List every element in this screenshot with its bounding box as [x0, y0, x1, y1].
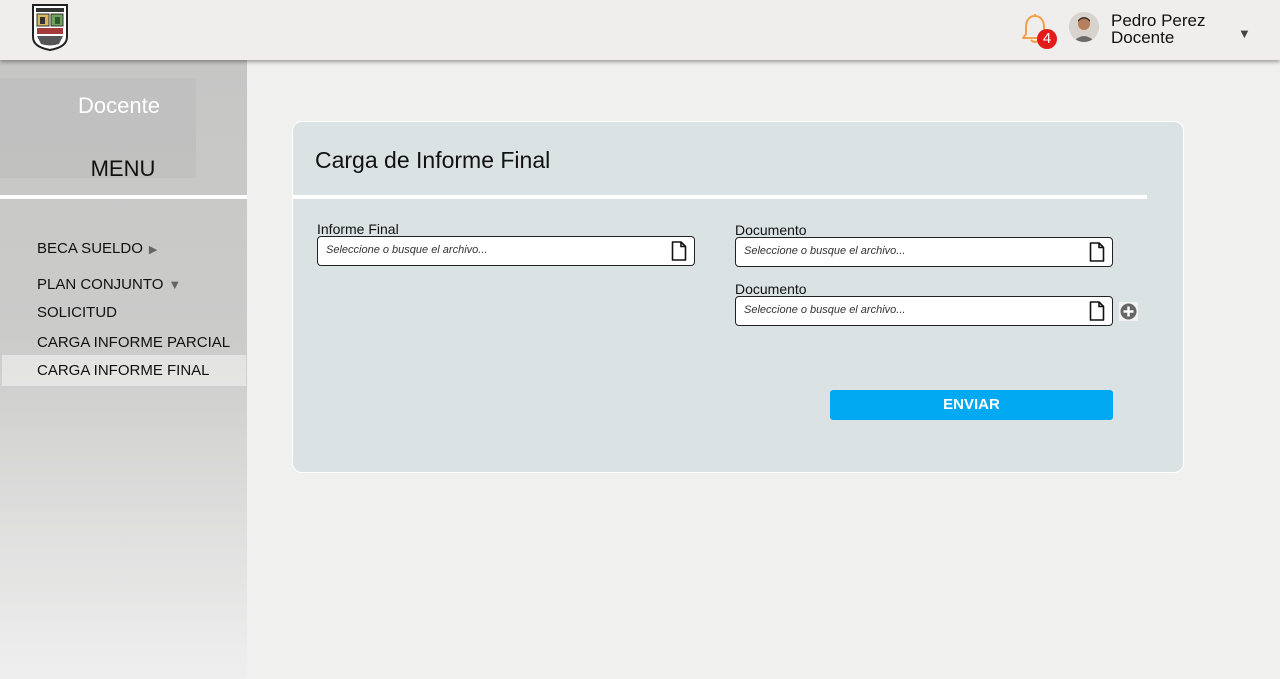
chevron-down-icon[interactable]: ▼: [1238, 26, 1251, 41]
file-input-placeholder: Seleccione o busque el archivo...: [744, 304, 906, 316]
file-icon[interactable]: [1089, 301, 1105, 321]
file-input-placeholder: Seleccione o busque el archivo...: [744, 245, 906, 257]
form-title: Carga de Informe Final: [315, 147, 551, 173]
documento-label: Documento: [735, 222, 807, 238]
sidebar-item-label: CARGA INFORME PARCIAL: [37, 334, 231, 351]
informe-final-label: Informe Final: [317, 221, 399, 237]
user-avatar[interactable]: [1069, 12, 1099, 42]
caret-down-icon: ▼: [168, 277, 182, 292]
sidebar-item-beca-sueldo[interactable]: BECA SUELDO ▶: [37, 240, 157, 257]
file-input-placeholder: Seleccione o busque el archivo...: [326, 244, 488, 256]
informe-final-file-input[interactable]: Seleccione o busque el archivo...: [317, 236, 695, 266]
add-document-icon[interactable]: [1119, 302, 1138, 321]
university-logo[interactable]: [31, 3, 69, 51]
caret-right-icon: ▶: [148, 244, 158, 256]
documento-label: Documento: [735, 281, 807, 297]
file-icon[interactable]: [1089, 242, 1105, 262]
menu-title: MENU: [90, 156, 156, 181]
documento-file-input[interactable]: Seleccione o busque el archivo...: [735, 237, 1113, 267]
sidebar-item-label: CARGA INFORME FINAL: [37, 362, 210, 379]
sidebar-item-label: PLAN CONJUNTO: [37, 276, 164, 293]
notification-badge[interactable]: 4: [1037, 29, 1057, 49]
sidebar-divider: [0, 195, 247, 199]
sidebar-item-label: BECA SUELDO: [37, 240, 143, 257]
sidebar-item-carga-informe-parcial[interactable]: CARGA INFORME PARCIAL: [37, 334, 230, 351]
upload-form-card: Carga de Informe Final Informe Final Sel…: [292, 121, 1184, 473]
file-icon[interactable]: [671, 241, 687, 261]
sidebar-item-label: SOLICITUD: [37, 304, 118, 321]
documento-file-input[interactable]: Seleccione o busque el archivo...: [735, 296, 1113, 326]
sidebar-role: Docente: [78, 93, 160, 118]
sidebar-item-plan-conjunto[interactable]: PLAN CONJUNTO ▼: [37, 276, 181, 293]
user-role: Docente: [1111, 28, 1175, 47]
enviar-button[interactable]: ENVIAR: [830, 390, 1113, 420]
sidebar-item-solicitud[interactable]: SOLICITUD: [37, 304, 117, 321]
top-bar: 4 Pedro Perez Docente ▼: [0, 0, 1280, 60]
sidebar: Docente MENU BECA SUELDO ▶ PLAN CONJUNTO ▼…: [0, 60, 247, 679]
form-divider: [293, 195, 1147, 199]
sidebar-item-carga-informe-final[interactable]: CARGA INFORME FINAL: [37, 362, 210, 379]
